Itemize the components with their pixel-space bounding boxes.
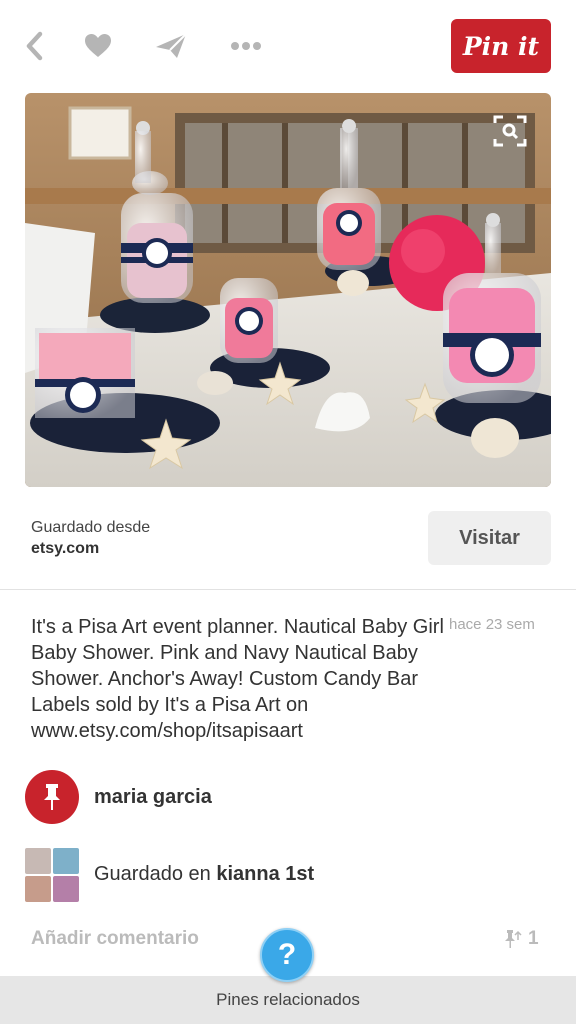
repin-icon bbox=[505, 930, 522, 948]
send-button[interactable] bbox=[151, 28, 191, 64]
pin-description: It's a Pisa Art event planner. Nautical … bbox=[31, 616, 444, 742]
help-button[interactable]: ? bbox=[260, 928, 314, 982]
board-thumb-tile bbox=[25, 876, 51, 902]
more-button[interactable] bbox=[226, 28, 266, 64]
avatar[interactable] bbox=[25, 770, 79, 824]
related-pins-tab[interactable]: Pines relacionados bbox=[0, 976, 576, 1024]
board-thumb-tile bbox=[53, 848, 79, 874]
time-ago: hace 23 sem bbox=[449, 616, 535, 633]
board-thumb-tile bbox=[53, 876, 79, 902]
board-thumb-tile bbox=[25, 848, 51, 874]
pin-it-button[interactable]: Pin it bbox=[451, 19, 551, 73]
heart-icon bbox=[85, 34, 111, 57]
pin-image[interactable] bbox=[25, 93, 551, 487]
saved-in-board[interactable]: Guardado en kianna 1st bbox=[94, 863, 314, 886]
source-domain[interactable]: etsy.com bbox=[31, 540, 99, 558]
more-dots-icon bbox=[231, 42, 261, 50]
repin-count[interactable]: 1 bbox=[504, 928, 539, 950]
board-thumbnail[interactable] bbox=[25, 848, 79, 902]
saved-from-label: Guardado desde bbox=[31, 519, 151, 536]
paper-plane-icon bbox=[156, 33, 187, 58]
board-name: kianna 1st bbox=[216, 863, 315, 885]
pushpin-icon bbox=[44, 784, 60, 810]
pinner-name[interactable]: maria garcia bbox=[94, 786, 212, 809]
like-button[interactable] bbox=[78, 28, 118, 64]
divider bbox=[0, 589, 576, 590]
back-button[interactable] bbox=[14, 28, 54, 64]
repin-count-value: 1 bbox=[528, 928, 539, 949]
add-comment-field[interactable]: Añadir comentario bbox=[31, 928, 199, 950]
chevron-left-icon bbox=[26, 31, 43, 61]
saved-in-label: Guardado en bbox=[94, 863, 211, 885]
candy-bar-photo bbox=[25, 93, 551, 487]
visit-button[interactable]: Visitar bbox=[428, 511, 551, 565]
top-toolbar: Pin it bbox=[0, 0, 576, 92]
